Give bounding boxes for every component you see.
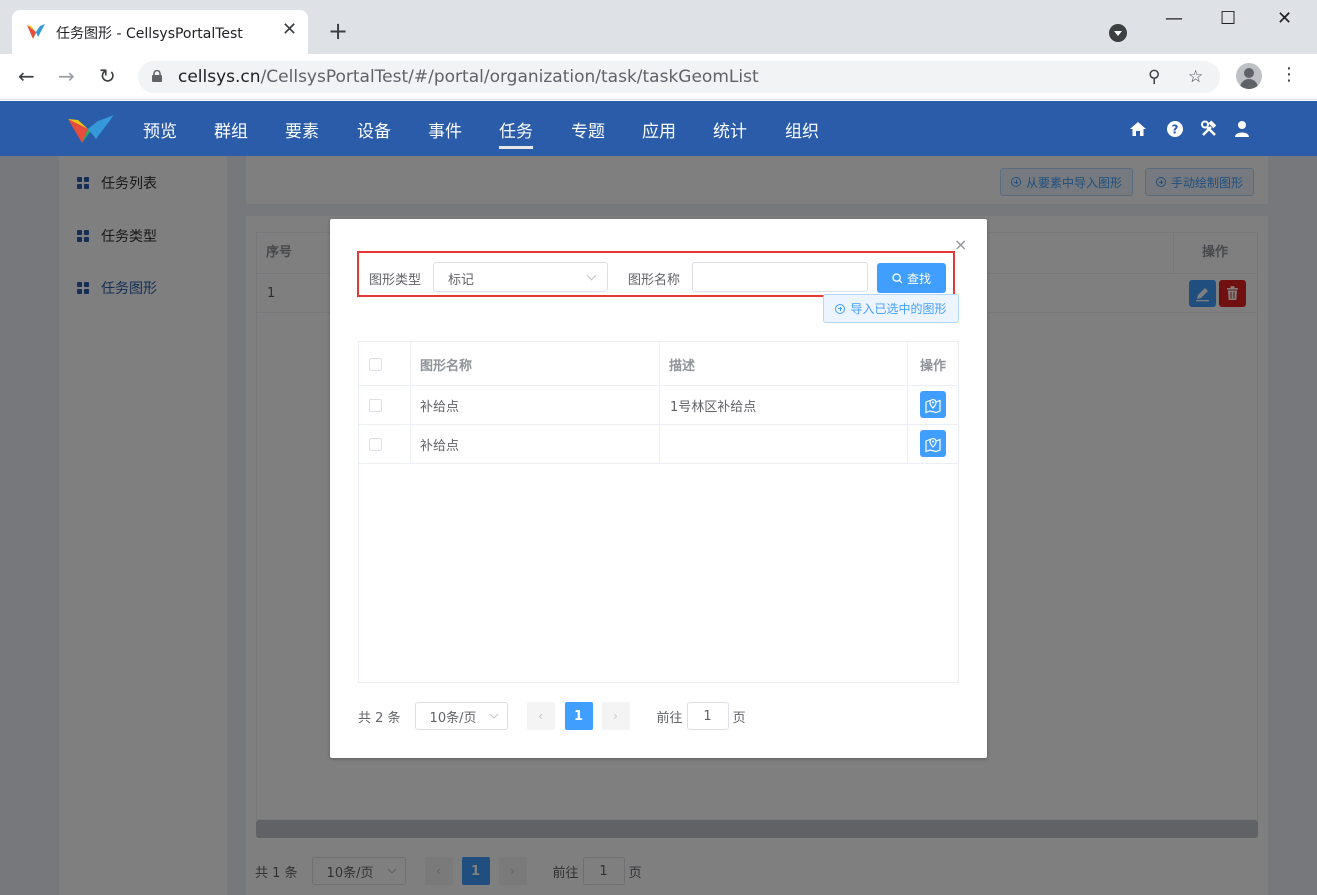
table-header-row: 图形名称 描述 操作 — [359, 342, 958, 386]
tab-search-icon[interactable] — [1109, 24, 1127, 42]
app-logo-icon — [68, 115, 114, 143]
nav-topics[interactable]: 专题 — [571, 117, 605, 142]
browser-tabstrip: 任务图形 - CellsysPortalTest ✕ + — ☐ ✕ — [0, 0, 1317, 54]
nav-active-indicator — [499, 146, 533, 149]
search-icon — [892, 272, 903, 283]
table-row[interactable]: 补给点 1号林区补给点 — [359, 386, 958, 425]
row-checkbox[interactable] — [369, 438, 382, 451]
plus-circle-icon — [835, 303, 846, 314]
minimize-button[interactable]: — — [1165, 8, 1183, 30]
maximize-button[interactable]: ☐ — [1220, 8, 1236, 30]
geometry-name-input[interactable] — [692, 262, 868, 292]
url-path: /CellsysPortalTest/#/portal/organization… — [260, 67, 759, 87]
geometry-type-value: 标记 — [448, 273, 475, 288]
url-text: cellsys.cn/CellsysPortalTest/#/portal/or… — [178, 67, 759, 87]
geometry-select-table: 图形名称 描述 操作 补给点 1号林区补给点 补给点 — [358, 341, 959, 683]
lock-icon — [152, 70, 162, 82]
next-page-button[interactable]: › — [601, 702, 630, 730]
nav-statistics[interactable]: 统计 — [713, 117, 747, 142]
nav-organization[interactable]: 组织 — [785, 117, 819, 142]
pagination-total: 共 2 条 — [358, 710, 401, 726]
profile-avatar-icon[interactable] — [1236, 63, 1262, 89]
zoom-icon[interactable]: ⚲ — [1148, 67, 1160, 87]
goto-suffix: 页 — [732, 710, 746, 726]
import-selected-button[interactable]: 导入已选中的图形 — [823, 294, 959, 323]
page-size-select[interactable]: 10条/页 — [414, 702, 508, 730]
browser-tab[interactable]: 任务图形 - CellsysPortalTest ✕ — [12, 10, 308, 54]
chevron-down-icon — [586, 270, 597, 281]
help-icon[interactable]: ? — [1166, 120, 1184, 138]
locate-on-map-button[interactable] — [920, 391, 946, 418]
page-size-value: 10条/页 — [429, 710, 477, 726]
page-number-current[interactable]: 1 — [564, 702, 593, 730]
column-header-name: 图形名称 — [420, 359, 473, 374]
geometry-name-label: 图形名称 — [628, 273, 681, 288]
search-button[interactable]: 查找 — [877, 263, 946, 293]
url-host: cellsys.cn — [178, 67, 261, 87]
column-header-description: 描述 — [669, 359, 696, 374]
locate-on-map-button[interactable] — [920, 430, 946, 457]
user-icon[interactable] — [1233, 120, 1251, 138]
map-location-icon — [925, 437, 941, 452]
table-row[interactable]: 补给点 — [359, 425, 958, 464]
nav-preview[interactable]: 预览 — [143, 117, 177, 142]
window-close-button[interactable]: ✕ — [1277, 8, 1292, 30]
row-checkbox[interactable] — [369, 399, 382, 412]
row-geometry-name: 补给点 — [420, 439, 460, 454]
browser-toolbar: ← → ↻ cellsys.cn/CellsysPortalTest/#/por… — [0, 54, 1317, 100]
tools-icon[interactable] — [1200, 120, 1218, 138]
nav-apps[interactable]: 应用 — [642, 117, 676, 142]
tab-close-icon[interactable]: ✕ — [282, 20, 297, 40]
browser-menu-icon[interactable]: ⋮ — [1280, 64, 1298, 86]
prev-page-button[interactable]: ‹ — [526, 702, 555, 730]
app-header: 预览 群组 要素 设备 事件 任务 专题 应用 统计 组织 ? — [0, 101, 1317, 156]
search-button-label: 查找 — [906, 271, 931, 286]
geometry-type-select[interactable]: 标记 — [433, 262, 608, 292]
bookmark-star-icon[interactable]: ☆ — [1188, 67, 1203, 87]
back-button[interactable]: ← — [18, 64, 35, 88]
column-header-actions: 操作 — [920, 359, 947, 374]
nav-devices[interactable]: 设备 — [357, 117, 391, 142]
reload-button[interactable]: ↻ — [99, 64, 116, 88]
nav-events[interactable]: 事件 — [428, 117, 462, 142]
dialog-pagination: 共 2 条 10条/页 ‹ 1 › 前往 1 页 — [358, 702, 746, 730]
geometry-type-label: 图形类型 — [369, 273, 422, 288]
svg-text:?: ? — [1172, 123, 1179, 137]
nav-features[interactable]: 要素 — [285, 117, 319, 142]
row-geometry-name: 补给点 — [420, 400, 460, 415]
app-favicon-icon — [27, 24, 45, 39]
goto-prefix: 前往 — [656, 710, 683, 726]
tab-title: 任务图形 - CellsysPortalTest — [56, 26, 243, 42]
home-icon[interactable] — [1129, 120, 1147, 138]
select-all-checkbox[interactable] — [369, 358, 382, 371]
nav-groups[interactable]: 群组 — [214, 117, 248, 142]
goto-page-input[interactable]: 1 — [686, 702, 729, 730]
nav-tasks[interactable]: 任务 — [499, 117, 533, 142]
map-location-icon — [925, 398, 941, 413]
select-geometry-dialog: × 图形类型 标记 图形名称 查找 导入已选中的图形 图形名称 描述 操作 补给… — [330, 219, 987, 758]
row-description: 1号林区补给点 — [670, 400, 757, 415]
chevron-down-icon — [489, 713, 498, 719]
address-bar[interactable]: cellsys.cn/CellsysPortalTest/#/portal/or… — [138, 61, 1220, 93]
dialog-close-icon[interactable]: × — [954, 237, 967, 253]
new-tab-button[interactable]: + — [328, 18, 348, 44]
forward-button[interactable]: → — [58, 64, 75, 88]
import-selected-label: 导入已选中的图形 — [850, 302, 947, 316]
